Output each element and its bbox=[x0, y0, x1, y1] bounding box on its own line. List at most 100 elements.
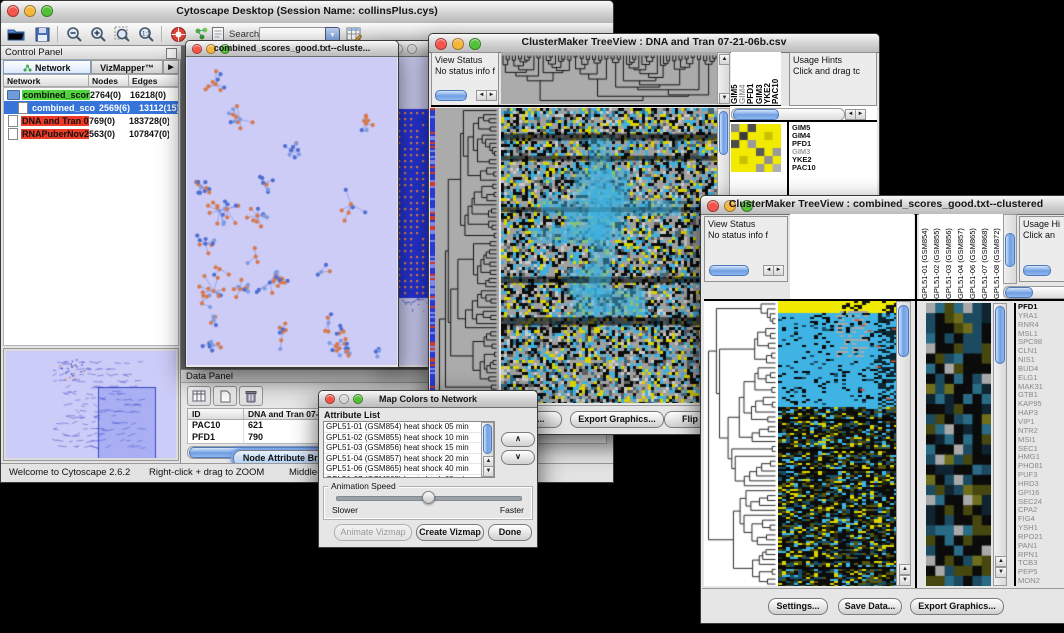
tv2-column-label: GPL51-06 (GSM865) bbox=[967, 214, 979, 299]
map-colors-dialog: Map Colors to Network Attribute List GPL… bbox=[318, 390, 538, 548]
scroll-right-arrow[interactable]: ► bbox=[773, 265, 784, 276]
control-panel: Control Panel Network VizMapper™ ▶ Netwo… bbox=[1, 46, 181, 463]
delete-attribute-icon[interactable] bbox=[239, 386, 263, 406]
network-nodes: 2569(6) bbox=[99, 103, 139, 113]
network-overview-canvas[interactable] bbox=[6, 351, 176, 458]
animation-speed-label: Animation Speed bbox=[328, 481, 399, 491]
attribute-list-item[interactable]: GPL51-01 (GSM854) heat shock 05 min bbox=[324, 422, 482, 433]
new-attribute-icon[interactable] bbox=[213, 386, 237, 406]
network-row[interactable]: combined_scores2764(0)16218(0) bbox=[4, 88, 178, 101]
data-col-id[interactable]: ID bbox=[188, 409, 244, 419]
view-status-title: View Status bbox=[708, 219, 784, 230]
zoom-out-icon[interactable] bbox=[63, 25, 85, 43]
tv2-view-status-panel: View Status No status info f ◄ ► bbox=[704, 216, 788, 282]
tv2-zoom-hscrollbar[interactable] bbox=[1003, 286, 1064, 299]
attribute-list-item[interactable]: GPL51-02 (GSM855) heat shock 10 min bbox=[324, 433, 482, 444]
scroll-right-arrow[interactable]: ► bbox=[486, 90, 497, 101]
attribute-list-item[interactable]: GPL51-06 (GSM865) heat shock 40 min bbox=[324, 464, 482, 475]
tv2-row-dendrogram[interactable] bbox=[704, 301, 778, 586]
tab-vizmapper[interactable]: VizMapper™ bbox=[91, 60, 163, 74]
treeview2-title-bar[interactable]: ClusterMaker TreeView : combined_scores_… bbox=[701, 196, 1064, 215]
toolbar-separator bbox=[161, 26, 162, 42]
tv2-heatmap-vscrollbar[interactable]: ▲ ▼ bbox=[896, 301, 911, 586]
zoom-in-icon[interactable] bbox=[87, 25, 109, 43]
done-button[interactable]: Done bbox=[488, 524, 532, 541]
open-file-icon[interactable] bbox=[5, 25, 27, 43]
tv1-column-dendrogram[interactable] bbox=[501, 52, 717, 104]
export-graphics-button[interactable]: Export Graphics... bbox=[910, 598, 1004, 615]
tv2-column-tree-area[interactable] bbox=[790, 214, 914, 299]
tv2-gene-list[interactable]: PFD1YRA1RNR4MSL1SPC98CLN1NIS1BUD4ELG1MAK… bbox=[1014, 303, 1064, 586]
usage-hints-title: Usage Hints bbox=[793, 55, 873, 66]
settings-button[interactable]: Settings... bbox=[768, 598, 828, 615]
tv2-coltree-vscrollbar[interactable] bbox=[1003, 214, 1017, 284]
animation-speed-group: Animation Speed Slower Faster bbox=[323, 486, 533, 520]
divider bbox=[730, 120, 877, 122]
attribute-list-item[interactable]: GPL51-07 (GSM868) heat shock 60 min bbox=[324, 475, 482, 478]
column-header-nodes[interactable]: Nodes bbox=[88, 74, 129, 87]
save-icon[interactable] bbox=[31, 25, 53, 43]
view-status-scrollbar[interactable] bbox=[435, 90, 467, 101]
network-name: combined_sco bbox=[31, 103, 99, 113]
minimize-button[interactable] bbox=[407, 44, 417, 54]
network-view-window: combined_scores_good.txt--cluste... bbox=[185, 40, 399, 368]
network-row[interactable]: combined_sco2569(6)13112(15) bbox=[4, 101, 178, 114]
status-hint-middle: Middle- bbox=[289, 464, 320, 482]
save-data-button[interactable]: Save Data... bbox=[838, 598, 902, 615]
attribute-list-item[interactable]: GPL51-04 (GSM857) heat shock 20 min bbox=[324, 454, 482, 465]
zoom-selected-icon[interactable] bbox=[111, 25, 133, 43]
network-row[interactable]: RNAPuberNov2+563(0)107847(0) bbox=[4, 127, 178, 140]
tv2-column-label: GPL51-03 (GSM856) bbox=[943, 214, 955, 299]
tv1-usage-hints-panel: Usage Hints Click and drag tc bbox=[789, 52, 877, 106]
network-edges: 107847(0) bbox=[129, 129, 169, 139]
slider-thumb[interactable] bbox=[422, 491, 435, 504]
usage-hints-scrollbar[interactable] bbox=[1023, 265, 1051, 276]
main-window-title: Cytoscape Desktop (Session Name: collins… bbox=[1, 5, 613, 17]
tab-scroll-right[interactable]: ▶ bbox=[163, 60, 179, 74]
treeview1-title-bar[interactable]: ClusterMaker TreeView : DNA and Tran 07-… bbox=[429, 34, 879, 53]
main-title-bar[interactable]: Cytoscape Desktop (Session Name: collins… bbox=[1, 1, 613, 24]
file-icon bbox=[8, 128, 18, 140]
scroll-right-arrow[interactable]: ► bbox=[855, 109, 866, 120]
dialog-title: Map Colors to Network bbox=[319, 394, 537, 404]
move-down-button[interactable]: ∨ bbox=[501, 450, 535, 465]
attribute-list-scrollbar[interactable]: ▲ ▼ bbox=[481, 422, 494, 477]
toolbar-separator bbox=[57, 26, 58, 42]
tv2-heatmap[interactable] bbox=[778, 301, 896, 586]
attribute-list-item[interactable]: GPL51-03 (GSM856) heat shock 15 min bbox=[324, 443, 482, 454]
animate-vizmap-button[interactable]: Animate Vizmap bbox=[334, 524, 412, 541]
divider bbox=[431, 105, 781, 107]
network-view[interactable] bbox=[187, 57, 397, 365]
move-up-button[interactable]: ∧ bbox=[501, 432, 535, 447]
select-attributes-icon[interactable] bbox=[187, 386, 211, 406]
tv2-column-label: GPL51-08 (GSM872) bbox=[991, 214, 1003, 299]
column-header-edges[interactable]: Edges bbox=[128, 74, 179, 87]
tv2-zoom-vscrollbar[interactable]: ▲ ▼ bbox=[993, 303, 1007, 586]
tab-network[interactable]: Network bbox=[3, 60, 91, 74]
view-status-scrollbar[interactable] bbox=[709, 265, 749, 276]
tab-network-label: Network bbox=[35, 63, 71, 73]
zoom-fit-icon[interactable]: 1:1 bbox=[135, 25, 157, 43]
tv1-gene-list[interactable]: GIM5GIM4PFD1GIM3YKE2PAC10 bbox=[792, 124, 874, 172]
tv1-heatmap[interactable] bbox=[501, 108, 717, 403]
tv2-zoom-heatmap[interactable] bbox=[926, 303, 991, 586]
usage-hints-title: Usage Hi bbox=[1023, 219, 1064, 230]
tv1-coltree-scrollbar[interactable]: ▲ ▼ bbox=[717, 52, 730, 104]
network-edges: 13112(15) bbox=[139, 103, 178, 113]
dialog-title-bar[interactable]: Map Colors to Network bbox=[319, 391, 537, 408]
network-row[interactable]: DNA and Tran 07769(0)183728(0) bbox=[4, 114, 178, 127]
network-window-title-bar[interactable]: combined_scores_good.txt--cluste... bbox=[186, 41, 398, 57]
file-icon bbox=[8, 115, 18, 127]
attribute-listbox[interactable]: GPL51-01 (GSM854) heat shock 05 minGPL51… bbox=[323, 421, 495, 478]
create-vizmap-button[interactable]: Create Vizmap bbox=[416, 524, 484, 541]
view-status-title: View Status bbox=[435, 55, 495, 66]
treeview2-window: ClusterMaker TreeView : combined_scores_… bbox=[700, 195, 1064, 624]
column-header-network[interactable]: Network bbox=[3, 74, 89, 87]
network-canvas[interactable] bbox=[187, 57, 397, 365]
cell-id: PAC10 bbox=[188, 420, 244, 432]
export-graphics-button[interactable]: Export Graphics... bbox=[570, 411, 664, 428]
tv1-zoom-heatmap[interactable] bbox=[731, 124, 781, 172]
tv1-row-dendrogram[interactable] bbox=[435, 108, 499, 403]
network-nodes: 563(0) bbox=[89, 129, 129, 139]
float-panel-icon[interactable] bbox=[166, 48, 177, 59]
